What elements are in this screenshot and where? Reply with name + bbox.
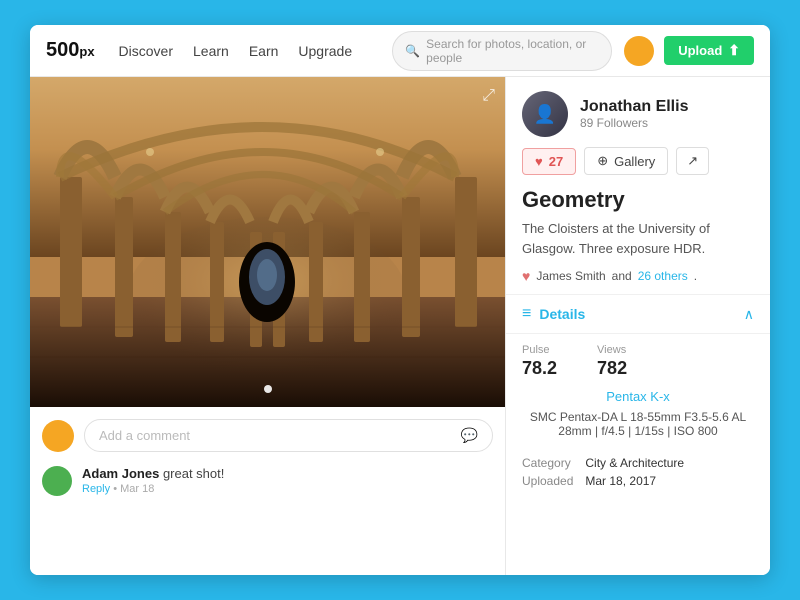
comment-item: Adam Jones great shot! Reply • Mar 18 xyxy=(42,466,493,496)
photo-image xyxy=(30,77,505,407)
details-label: Details xyxy=(539,306,585,322)
details-header-left: ≡ Details xyxy=(522,305,585,323)
comment-username: Adam Jones xyxy=(82,466,159,481)
like-button[interactable]: ♥ 27 xyxy=(522,148,576,175)
left-panel: ⤢ Add a comment 💬 xyxy=(30,77,505,575)
liked-by-sep: and xyxy=(612,269,632,283)
reply-link[interactable]: Reply xyxy=(82,483,110,495)
category-value: City & Architecture xyxy=(585,456,754,470)
nav-learn[interactable]: Learn xyxy=(193,43,229,59)
chevron-up-icon: ∧ xyxy=(744,306,754,323)
photographer-avatar[interactable]: 👤 xyxy=(522,91,568,137)
arch-svg xyxy=(30,77,505,407)
dot-1 xyxy=(264,385,272,393)
comment-content: Adam Jones great shot! Reply • Mar 18 xyxy=(82,466,224,495)
meta-grid: Category City & Architecture Uploaded Ma… xyxy=(506,448,770,502)
liked-by: ♥ James Smith and 26 others. xyxy=(506,268,770,294)
pulse-value: 78.2 xyxy=(522,358,557,379)
comment-text: great shot! xyxy=(163,466,224,481)
search-icon: 🔍 xyxy=(405,44,420,58)
gallery-label: Gallery xyxy=(614,154,655,169)
comment-placeholder: Add a comment xyxy=(99,428,190,443)
category-label: Category xyxy=(522,456,573,470)
share-icon: ↗ xyxy=(687,153,698,169)
main-content: ⤢ Add a comment 💬 xyxy=(30,77,770,575)
pulse-label: Pulse xyxy=(522,344,557,356)
avatar-inner: 👤 xyxy=(522,91,568,137)
heart-icon: ♥ xyxy=(535,154,543,169)
nav-discover[interactable]: Discover xyxy=(119,43,173,59)
comment-meta: Reply • Mar 18 xyxy=(82,483,224,495)
right-panel: 👤 Jonathan Ellis 89 Followers ♥ 27 ⊕ Gal… xyxy=(505,77,770,575)
details-section: ≡ Details ∧ Pulse 78.2 Views 782 Penta xyxy=(506,294,770,502)
share-button[interactable]: ↗ xyxy=(676,147,709,175)
details-header[interactable]: ≡ Details ∧ xyxy=(506,295,770,334)
stats-row: Pulse 78.2 Views 782 xyxy=(506,334,770,389)
upload-button[interactable]: Upload ⬆ xyxy=(664,36,754,65)
pulse-stat: Pulse 78.2 xyxy=(522,344,557,379)
comment-send-icon: 💬 xyxy=(461,427,478,444)
uploaded-value: Mar 18, 2017 xyxy=(585,474,754,488)
comments-area: Add a comment 💬 Adam Jones great shot! R… xyxy=(30,407,505,575)
search-placeholder: Search for photos, location, or people xyxy=(426,37,599,65)
user-avatar-header[interactable] xyxy=(624,36,654,66)
nav-earn[interactable]: Earn xyxy=(249,43,279,59)
views-value: 782 xyxy=(597,358,627,379)
expand-icon[interactable]: ⤢ xyxy=(482,87,495,105)
liked-by-others-link[interactable]: 26 others xyxy=(638,269,688,283)
user-section: 👤 Jonathan Ellis 89 Followers xyxy=(506,77,770,147)
photo-container: ⤢ xyxy=(30,77,505,407)
followers-count: 89 Followers xyxy=(580,116,688,130)
action-row: ♥ 27 ⊕ Gallery ↗ xyxy=(506,147,770,187)
camera-settings: SMC Pentax-DA L 18-55mm F3.5-5.6 AL 28mm… xyxy=(506,408,770,448)
gallery-button[interactable]: ⊕ Gallery xyxy=(584,147,668,175)
photo-title: Geometry xyxy=(506,187,770,219)
views-stat: Views 782 xyxy=(597,344,627,379)
photographer-name: Jonathan Ellis xyxy=(580,98,688,116)
views-label: Views xyxy=(597,344,627,356)
photo-description: The Cloisters at the University of Glasg… xyxy=(506,219,770,268)
comment-date: Mar 18 xyxy=(120,483,154,495)
commenter-avatar xyxy=(42,466,72,496)
camera-link[interactable]: Pentax K-x xyxy=(506,389,770,408)
dot-indicator xyxy=(264,385,272,393)
comment-input[interactable]: Add a comment 💬 xyxy=(84,419,493,452)
logo-text: 500 xyxy=(46,39,79,62)
details-list-icon: ≡ xyxy=(522,305,531,323)
main-nav: Discover Learn Earn Upgrade xyxy=(119,43,353,59)
nav-upgrade[interactable]: Upgrade xyxy=(298,43,352,59)
logo[interactable]: 500px xyxy=(46,39,95,62)
logo-px: px xyxy=(79,44,94,59)
upload-icon: ⬆ xyxy=(728,42,740,59)
uploaded-label: Uploaded xyxy=(522,474,573,488)
current-user-avatar xyxy=(42,420,74,452)
liked-by-user: James Smith xyxy=(536,269,605,283)
comment-input-row: Add a comment 💬 xyxy=(42,419,493,452)
liked-heart-icon: ♥ xyxy=(522,268,530,284)
like-count: 27 xyxy=(549,154,563,169)
header: 500px Discover Learn Earn Upgrade 🔍 Sear… xyxy=(30,25,770,77)
upload-label: Upload xyxy=(678,43,722,58)
gallery-icon: ⊕ xyxy=(597,153,608,169)
search-bar[interactable]: 🔍 Search for photos, location, or people xyxy=(392,31,612,71)
user-info: Jonathan Ellis 89 Followers xyxy=(580,98,688,130)
